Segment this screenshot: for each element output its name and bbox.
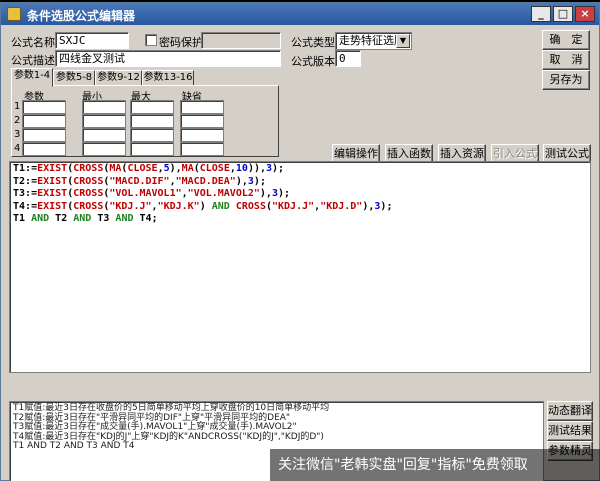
tab-params-1-4[interactable]: 参数1-4 bbox=[11, 68, 53, 87]
param-cell-default[interactable] bbox=[180, 114, 224, 128]
param-cell-default[interactable] bbox=[180, 100, 224, 114]
param-cell-name[interactable] bbox=[22, 128, 66, 142]
minimize-button[interactable]: _ bbox=[531, 6, 551, 22]
param-cell-name[interactable] bbox=[22, 100, 66, 114]
param-cell-default[interactable] bbox=[180, 142, 224, 156]
formula-desc-label: 公式描述 bbox=[11, 54, 55, 67]
formula-editor-window: 条件选股公式编辑器 _ □ × 公式名称 SXJC 密码保护 公式类型 走势特征… bbox=[0, 2, 600, 481]
param-cell-min[interactable] bbox=[82, 142, 126, 156]
param-cell-max[interactable] bbox=[130, 142, 174, 156]
formula-name-input[interactable]: SXJC bbox=[55, 32, 129, 49]
tab-params-9-12[interactable]: 参数9-12 bbox=[95, 70, 142, 86]
param-cell-max[interactable] bbox=[130, 100, 174, 114]
code-line: T1:=EXIST(CROSS(MA(CLOSE,5),MA(CLOSE,10)… bbox=[13, 163, 285, 174]
param-cell-name[interactable] bbox=[22, 114, 66, 128]
password-label: 密码保护 bbox=[159, 36, 203, 49]
param-cell-default[interactable] bbox=[180, 128, 224, 142]
formula-code-editor[interactable]: T1:=EXIST(CROSS(MA(CLOSE,5),MA(CLOSE,10)… bbox=[9, 161, 591, 373]
save-as-button[interactable]: 另存为 bbox=[542, 70, 590, 90]
code-line: T1 AND T2 AND T3 AND T4; bbox=[13, 213, 158, 224]
app-icon bbox=[7, 7, 21, 21]
formula-desc-input[interactable]: 四线金叉测试 bbox=[55, 50, 281, 67]
title-bar[interactable]: 条件选股公式编辑器 _ □ × bbox=[1, 3, 599, 25]
watermark-overlay: 关注微信"老韩实盘"回复"指标"免费领取 bbox=[270, 449, 600, 481]
close-button[interactable]: × bbox=[575, 6, 595, 22]
param-cell-min[interactable] bbox=[82, 114, 126, 128]
formula-name-label: 公式名称 bbox=[11, 36, 55, 49]
formula-type-label: 公式类型 bbox=[291, 36, 335, 49]
param-cell-max[interactable] bbox=[130, 128, 174, 142]
maximize-button[interactable]: □ bbox=[553, 6, 573, 22]
param-panel: 参数 最小 最大 缺省 1234 bbox=[11, 85, 279, 157]
chevron-down-icon[interactable]: ▼ bbox=[396, 34, 410, 48]
param-cell-max[interactable] bbox=[130, 114, 174, 128]
param-cell-min[interactable] bbox=[82, 100, 126, 114]
password-checkbox[interactable] bbox=[145, 34, 157, 46]
tab-params-5-8[interactable]: 参数5-8 bbox=[53, 70, 95, 86]
code-line: T4:=EXIST(CROSS("KDJ.J","KDJ.K") AND CRO… bbox=[13, 200, 393, 212]
dynamic-translate-button[interactable]: 动态翻译 bbox=[547, 401, 593, 421]
param-row-number: 2 bbox=[14, 115, 21, 126]
tab-params-13-16[interactable]: 参数13-16 bbox=[142, 70, 194, 86]
formula-version-input[interactable]: 0 bbox=[335, 50, 361, 67]
code-line: T2:=EXIST(CROSS("MACD.DIF","MACD.DEA"),3… bbox=[13, 175, 266, 187]
window-title: 条件选股公式编辑器 bbox=[27, 9, 136, 23]
ok-button[interactable]: 确 定 bbox=[542, 30, 590, 50]
param-cell-name[interactable] bbox=[22, 142, 66, 156]
param-cell-min[interactable] bbox=[82, 128, 126, 142]
param-row-number: 1 bbox=[14, 101, 21, 112]
param-row-number: 4 bbox=[14, 143, 21, 154]
param-row-number: 3 bbox=[14, 129, 21, 140]
cancel-button[interactable]: 取 消 bbox=[542, 50, 590, 70]
formula-version-label: 公式版本 bbox=[291, 55, 335, 68]
formula-type-select[interactable]: 走势特征选股 ▼ bbox=[335, 32, 412, 50]
password-input[interactable] bbox=[201, 32, 281, 49]
code-line: T3:=EXIST(CROSS("VOL.MAVOL1","VOL.MAVOL2… bbox=[13, 188, 291, 199]
test-result-button[interactable]: 测试结果 bbox=[547, 421, 593, 441]
